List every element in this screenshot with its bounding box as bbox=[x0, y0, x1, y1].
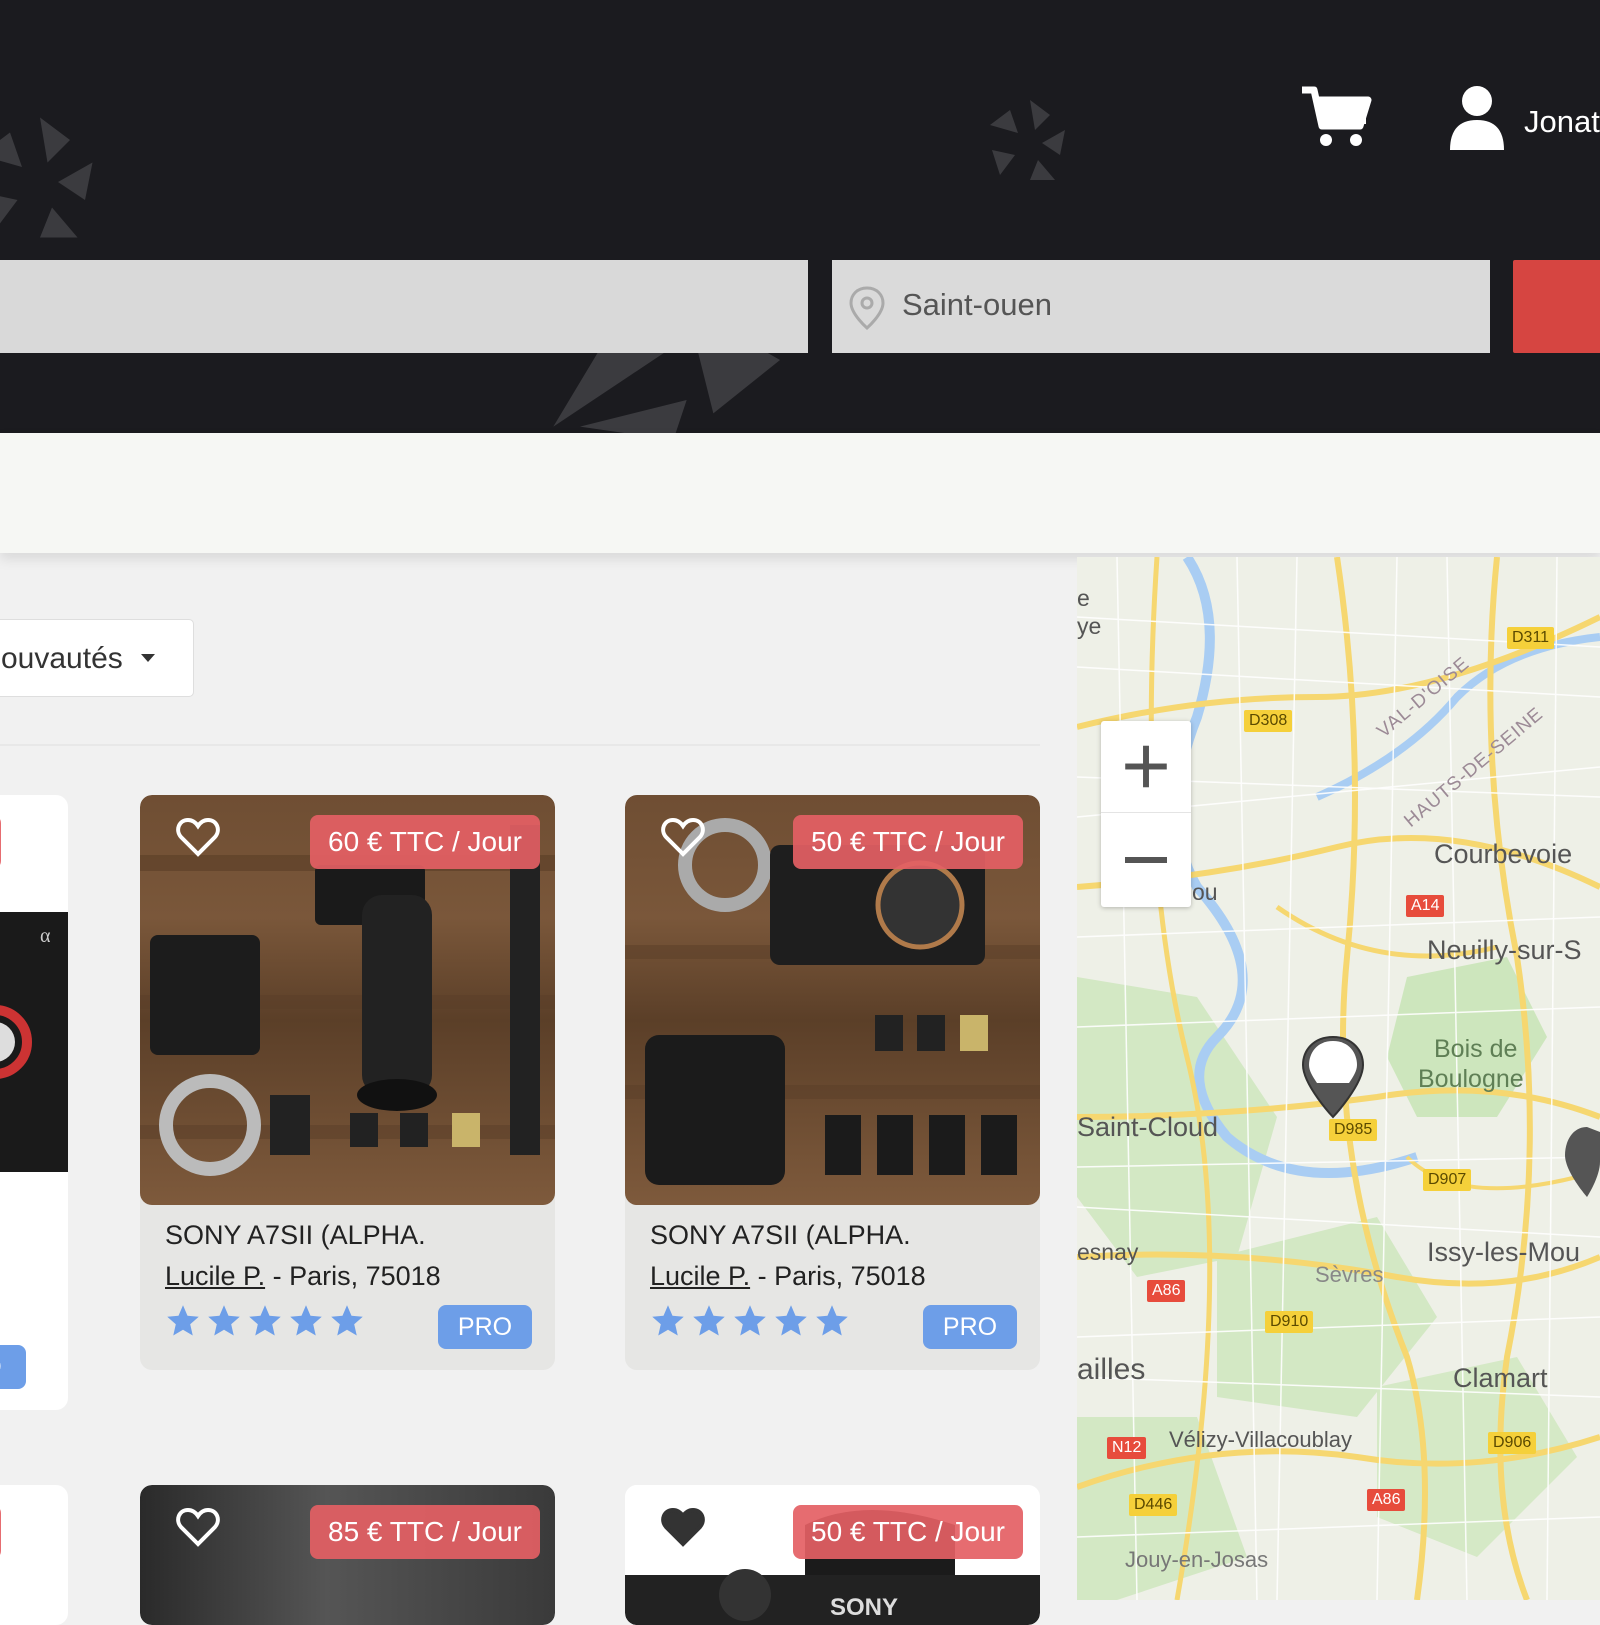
pro-badge: PRO bbox=[923, 1305, 1017, 1349]
road-badge: D910 bbox=[1265, 1311, 1314, 1333]
road-badge: N12 bbox=[1107, 1437, 1147, 1459]
owner-location: - Paris, 75018 bbox=[265, 1261, 441, 1291]
map-place-label: Boulogne bbox=[1418, 1065, 1524, 1093]
user-name[interactable]: Jonat bbox=[1524, 104, 1600, 140]
product-card[interactable]: ur bbox=[0, 1485, 68, 1625]
zoom-in-button[interactable] bbox=[1101, 721, 1191, 813]
star-icon bbox=[816, 1305, 848, 1336]
road-badge: A14 bbox=[1406, 895, 1445, 917]
top-header: Jonat Saint-ouen bbox=[0, 0, 1600, 433]
filter-bar bbox=[0, 433, 1600, 553]
product-card[interactable]: 50 € TTC / Jour SONY A7SII (ALPHA. Lucil… bbox=[625, 795, 1040, 1370]
map-place-label: Sèvres bbox=[1315, 1262, 1384, 1287]
product-photo: α bbox=[0, 912, 68, 1172]
map-place-label: Clamart bbox=[1453, 1363, 1548, 1393]
rating-stars bbox=[650, 1303, 850, 1339]
price-badge: 50 € TTC / Jour bbox=[793, 815, 1024, 869]
map-place-label: Issy-les-Mou bbox=[1427, 1237, 1581, 1267]
road-badge: D985 bbox=[1329, 1119, 1378, 1141]
map-place-label: Courbevoie bbox=[1434, 839, 1573, 869]
sort-label: ouvautés bbox=[1, 642, 123, 675]
star-icon bbox=[734, 1305, 766, 1336]
star-icon bbox=[331, 1305, 363, 1336]
svg-text:SONY: SONY bbox=[830, 1594, 898, 1621]
heart-icon[interactable] bbox=[176, 1507, 220, 1547]
heart-icon[interactable] bbox=[176, 817, 220, 857]
product-owner: Lucile P. - Paris, 75018 bbox=[165, 1261, 441, 1292]
star-icon bbox=[167, 1305, 199, 1336]
star-icon bbox=[249, 1305, 281, 1336]
cart-icon[interactable] bbox=[1300, 86, 1372, 150]
zoom-out-button[interactable] bbox=[1101, 814, 1191, 906]
road-badge: D907 bbox=[1423, 1169, 1472, 1191]
map-place-label: ye bbox=[1077, 613, 1102, 639]
rating-stars bbox=[165, 1303, 365, 1339]
product-title: SONY A7SII (ALPHA. bbox=[650, 1220, 911, 1250]
product-card[interactable]: SONY 50 € TTC / Jour bbox=[625, 1485, 1040, 1625]
location-field[interactable]: Saint-ouen bbox=[832, 260, 1490, 353]
map-place-label: Saint-Cloud bbox=[1077, 1112, 1219, 1142]
pro-badge: PRO bbox=[438, 1305, 532, 1349]
owner-location: - Paris, 75018 bbox=[750, 1261, 926, 1291]
aperture-logo-decoration bbox=[0, 117, 93, 238]
star-icon bbox=[693, 1305, 725, 1336]
map-place-label: ailles bbox=[1077, 1353, 1146, 1386]
heart-icon[interactable] bbox=[661, 1507, 705, 1547]
user-icon[interactable] bbox=[1448, 84, 1506, 150]
map[interactable]: VAL-D'OISE HAUTS-DE-SEINE Courbevoie Neu… bbox=[1077, 557, 1600, 1600]
map-place-label: ou bbox=[1192, 879, 1218, 905]
product-card[interactable]: 60 € TTC / Jour SONY A7SII (ALPHA. Lucil… bbox=[140, 795, 555, 1370]
pro-badge: RO bbox=[0, 1345, 26, 1389]
aperture-logo-decoration bbox=[990, 100, 1065, 180]
svg-text:α: α bbox=[40, 925, 51, 947]
owner-link[interactable]: Lucile P. bbox=[165, 1261, 265, 1291]
price-badge: 85 € TTC / Jour bbox=[310, 1505, 541, 1559]
map-place-label: Neuilly-sur-S bbox=[1427, 935, 1582, 965]
star-icon bbox=[290, 1305, 322, 1336]
road-badge: D311 bbox=[1507, 627, 1555, 649]
price-badge: ur bbox=[0, 1505, 1, 1559]
map-place-label: e bbox=[1077, 585, 1090, 611]
price-badge: 50 € TTC / Jour bbox=[793, 1505, 1024, 1559]
divider bbox=[0, 744, 1040, 746]
star-icon bbox=[652, 1305, 684, 1336]
map-place-label: Jouy-en-Josas bbox=[1125, 1547, 1269, 1572]
map-place-label: esnay bbox=[1077, 1239, 1139, 1265]
search-button[interactable] bbox=[1513, 260, 1600, 353]
map-place-label: Vélizy-Villacoublay bbox=[1169, 1427, 1353, 1452]
price-badge: 60 € TTC / Jour bbox=[310, 815, 541, 869]
road-badge: A86 bbox=[1147, 1280, 1186, 1302]
product-card[interactable]: α ur RO bbox=[0, 795, 68, 1410]
star-icon bbox=[208, 1305, 240, 1336]
product-title: SONY A7SII (ALPHA. bbox=[165, 1220, 426, 1250]
location-value: Saint-ouen bbox=[902, 287, 1052, 322]
star-icon bbox=[775, 1305, 807, 1336]
heart-icon[interactable] bbox=[661, 817, 705, 857]
road-badge: A86 bbox=[1367, 1489, 1406, 1511]
map-zoom-controls bbox=[1101, 721, 1191, 907]
price-badge: ur bbox=[0, 815, 1, 869]
owner-link[interactable]: Lucile P. bbox=[650, 1261, 750, 1291]
product-owner: Lucile P. - Paris, 75018 bbox=[650, 1261, 926, 1292]
map-place-label: Bois de bbox=[1434, 1035, 1518, 1063]
road-badge: D446 bbox=[1129, 1494, 1178, 1516]
road-badge: D308 bbox=[1244, 710, 1293, 732]
road-badge: D906 bbox=[1488, 1432, 1537, 1454]
search-input[interactable] bbox=[0, 260, 808, 353]
chevron-down-icon bbox=[141, 654, 155, 662]
location-pin-icon bbox=[849, 286, 885, 330]
product-card[interactable]: 85 € TTC / Jour bbox=[140, 1485, 555, 1625]
sort-dropdown[interactable]: ouvautés bbox=[0, 619, 194, 697]
